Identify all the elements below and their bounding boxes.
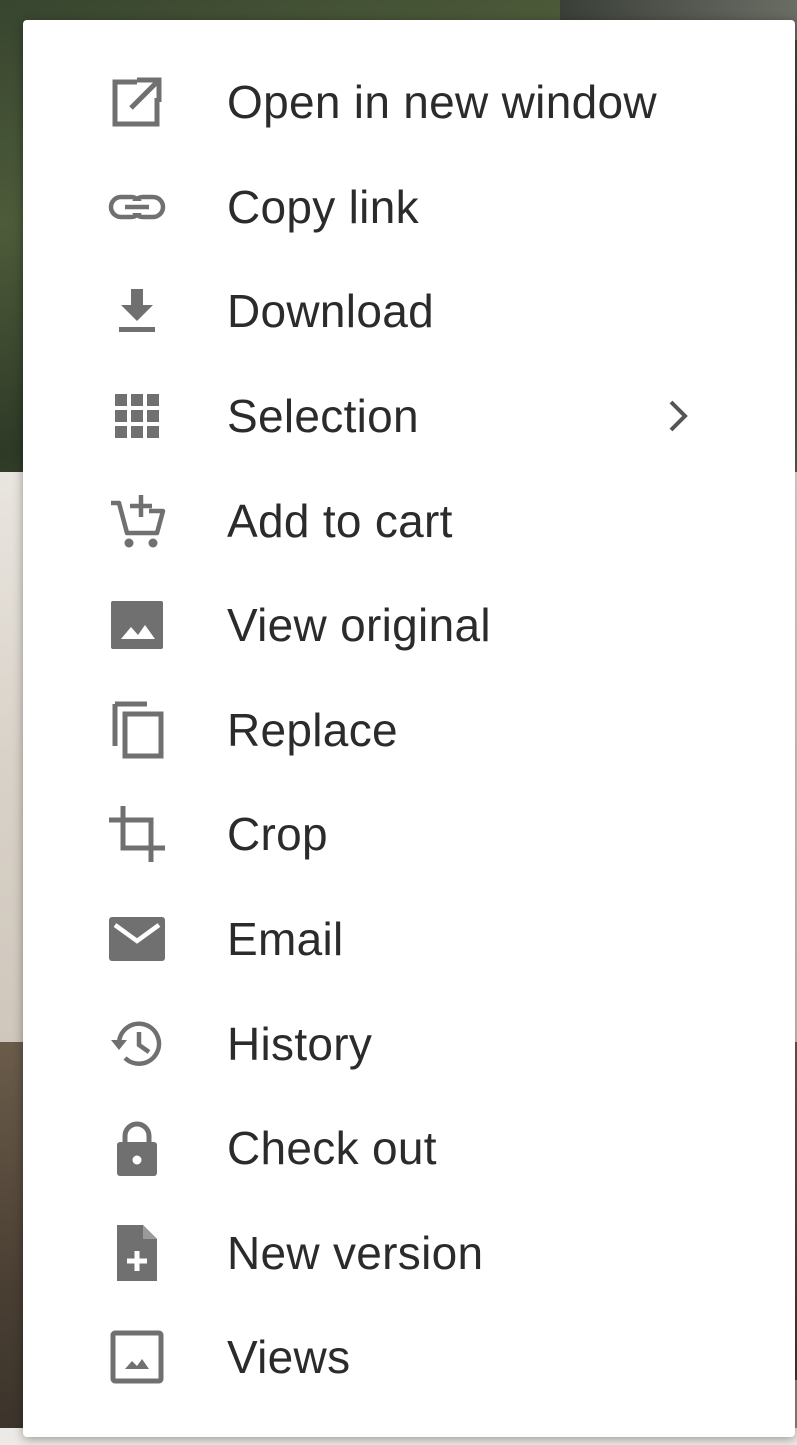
menu-item-label: New version xyxy=(227,1226,484,1279)
menu-item-label: Selection xyxy=(227,390,419,443)
menu-item-label: Download xyxy=(227,285,434,338)
chevron-right-icon xyxy=(663,396,693,436)
menu-item-add-to-cart[interactable]: Add to cart xyxy=(23,468,795,573)
menu-item-label: Open in new window xyxy=(227,76,657,129)
menu-item-download[interactable]: Download xyxy=(23,259,795,364)
menu-item-views[interactable]: Views xyxy=(23,1305,795,1410)
crop-icon xyxy=(107,804,167,864)
copy-icon xyxy=(107,700,167,760)
menu-item-label: View original xyxy=(227,599,491,652)
image-outline-icon xyxy=(107,1327,167,1387)
menu-item-history[interactable]: History xyxy=(23,991,795,1096)
download-icon xyxy=(107,281,167,341)
menu-item-label: Add to cart xyxy=(227,494,453,547)
link-icon xyxy=(107,177,167,237)
open-in-new-icon xyxy=(107,72,167,132)
menu-item-label: Views xyxy=(227,1331,351,1384)
menu-item-label: Copy link xyxy=(227,180,419,233)
history-icon xyxy=(107,1014,167,1074)
context-menu: Open in new window Copy link Download Se… xyxy=(23,20,795,1437)
file-add-icon xyxy=(107,1223,167,1283)
image-icon xyxy=(107,595,167,655)
menu-item-replace[interactable]: Replace xyxy=(23,678,795,783)
menu-item-label: History xyxy=(227,1017,373,1070)
mail-icon xyxy=(107,909,167,969)
menu-item-label: Check out xyxy=(227,1122,437,1175)
menu-item-crop[interactable]: Crop xyxy=(23,782,795,887)
add-to-cart-icon xyxy=(107,491,167,551)
menu-item-label: Crop xyxy=(227,808,328,861)
menu-item-view-original[interactable]: View original xyxy=(23,573,795,678)
menu-item-new-version[interactable]: New version xyxy=(23,1201,795,1306)
menu-item-label: Replace xyxy=(227,703,398,756)
lock-icon xyxy=(107,1118,167,1178)
menu-item-check-out[interactable]: Check out xyxy=(23,1096,795,1201)
menu-item-email[interactable]: Email xyxy=(23,887,795,992)
grid-icon xyxy=(107,386,167,446)
menu-item-open-in-new-window[interactable]: Open in new window xyxy=(23,50,795,155)
menu-item-selection[interactable]: Selection xyxy=(23,364,795,469)
menu-item-label: Email xyxy=(227,913,344,966)
menu-item-copy-link[interactable]: Copy link xyxy=(23,155,795,260)
